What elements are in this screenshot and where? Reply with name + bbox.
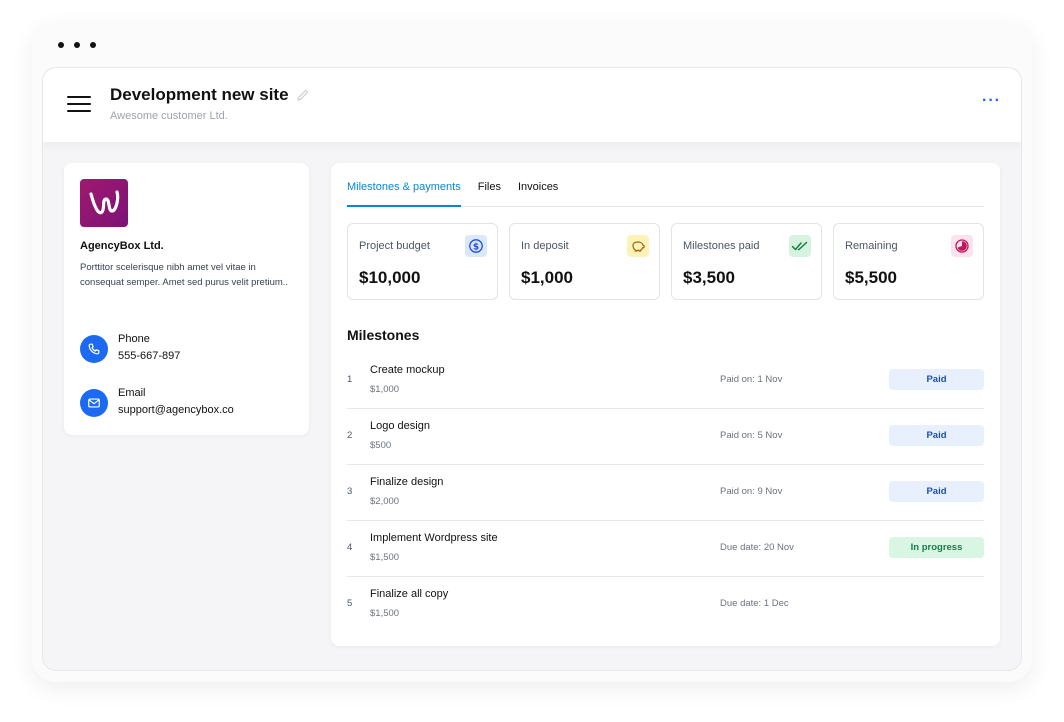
dollar-icon: $ bbox=[465, 235, 487, 257]
stat-card-milestones-paid: Milestones paid $3,500 bbox=[671, 223, 822, 300]
stat-value: $10,000 bbox=[359, 268, 421, 287]
milestone-amount: $2,000 bbox=[370, 496, 400, 507]
stat-value: $1,000 bbox=[521, 268, 573, 287]
stats-row: Project budget $10,000 $ In deposit $1,0… bbox=[347, 223, 984, 300]
tab-bar: Milestones & payments Files Invoices bbox=[347, 181, 984, 207]
app-frame: Development new site Awesome customer Lt… bbox=[32, 24, 1032, 682]
milestone-name: Create mockup bbox=[370, 364, 445, 376]
piggy-bank-icon bbox=[627, 235, 649, 257]
page-subtitle: Awesome customer Ltd. bbox=[110, 110, 228, 122]
menu-icon[interactable] bbox=[67, 96, 91, 112]
milestone-row[interactable]: 2 Logo design $500 Paid on: 5 Nov Paid bbox=[347, 409, 984, 465]
stat-label: In deposit bbox=[521, 240, 569, 252]
milestone-number: 1 bbox=[347, 374, 353, 385]
stat-card-in-deposit: In deposit $1,000 bbox=[509, 223, 660, 300]
mail-icon bbox=[80, 389, 108, 417]
milestone-name: Finalize all copy bbox=[370, 588, 449, 600]
contact-phone[interactable]: Phone 555-667-897 bbox=[80, 333, 180, 363]
milestone-amount: $1,500 bbox=[370, 552, 400, 563]
milestone-row[interactable]: 5 Finalize all copy $1,500 Due date: 1 D… bbox=[347, 577, 984, 633]
status-badge: Paid bbox=[889, 425, 984, 446]
milestone-row[interactable]: 4 Implement Wordpress site $1,500 Due da… bbox=[347, 521, 984, 577]
phone-value: 555-667-897 bbox=[118, 350, 181, 362]
milestone-date: Due date: 1 Dec bbox=[720, 598, 789, 609]
tab-files[interactable]: Files bbox=[478, 181, 501, 207]
stat-card-remaining: Remaining $5,500 bbox=[833, 223, 984, 300]
milestone-number: 4 bbox=[347, 542, 353, 553]
tab-invoices[interactable]: Invoices bbox=[518, 181, 558, 207]
milestone-number: 2 bbox=[347, 430, 353, 441]
stat-label: Remaining bbox=[845, 240, 898, 252]
milestone-name: Implement Wordpress site bbox=[370, 532, 498, 544]
phone-icon bbox=[80, 335, 108, 363]
milestone-amount: $1,000 bbox=[370, 384, 400, 395]
phone-label: Phone bbox=[118, 333, 150, 345]
pie-icon bbox=[951, 235, 973, 257]
page-title: Development new site bbox=[110, 85, 289, 104]
milestone-number: 5 bbox=[347, 598, 353, 609]
company-description: Porttitor scelerisque nibh amet vel vita… bbox=[80, 262, 289, 288]
milestone-row[interactable]: 3 Finalize design $2,000 Paid on: 9 Nov … bbox=[347, 465, 984, 521]
project-details-card: Milestones & payments Files Invoices Pro… bbox=[331, 163, 1000, 646]
stat-card-project-budget: Project budget $10,000 $ bbox=[347, 223, 498, 300]
status-badge: In progress bbox=[889, 537, 984, 558]
top-bar: Development new site Awesome customer Lt… bbox=[43, 68, 1021, 142]
milestone-name: Finalize design bbox=[370, 476, 444, 488]
stat-value: $3,500 bbox=[683, 268, 735, 287]
milestone-date: Paid on: 5 Nov bbox=[720, 430, 783, 441]
company-logo bbox=[80, 179, 128, 227]
svg-text:$: $ bbox=[473, 242, 479, 252]
double-check-icon bbox=[789, 235, 811, 257]
status-badge: Paid bbox=[889, 369, 984, 390]
more-options-button[interactable]: ··· bbox=[982, 92, 1001, 110]
contact-email[interactable]: Email support@agencybox.co bbox=[80, 387, 234, 417]
milestone-date: Due date: 20 Nov bbox=[720, 542, 794, 553]
stat-label: Project budget bbox=[359, 240, 430, 252]
milestones-heading: Milestones bbox=[347, 327, 420, 343]
milestone-amount: $500 bbox=[370, 440, 392, 451]
status-badge: Paid bbox=[889, 481, 984, 502]
milestone-name: Logo design bbox=[370, 420, 430, 432]
stat-value: $5,500 bbox=[845, 268, 897, 287]
stat-label: Milestones paid bbox=[683, 240, 760, 252]
window-dots bbox=[58, 42, 96, 48]
milestone-date: Paid on: 1 Nov bbox=[720, 374, 783, 385]
app-window: Development new site Awesome customer Lt… bbox=[42, 67, 1022, 671]
pencil-icon[interactable] bbox=[295, 87, 311, 103]
email-value: support@agencybox.co bbox=[118, 404, 234, 416]
milestone-date: Paid on: 9 Nov bbox=[720, 486, 783, 497]
milestone-number: 3 bbox=[347, 486, 353, 497]
milestone-row[interactable]: 1 Create mockup $1,000 Paid on: 1 Nov Pa… bbox=[347, 353, 984, 409]
milestone-amount: $1,500 bbox=[370, 608, 400, 619]
milestones-list: 1 Create mockup $1,000 Paid on: 1 Nov Pa… bbox=[347, 353, 984, 633]
company-name: AgencyBox Ltd. bbox=[80, 240, 164, 252]
company-card: AgencyBox Ltd. Porttitor scelerisque nib… bbox=[64, 163, 309, 435]
email-label: Email bbox=[118, 387, 146, 399]
tab-milestones-payments[interactable]: Milestones & payments bbox=[347, 181, 461, 207]
